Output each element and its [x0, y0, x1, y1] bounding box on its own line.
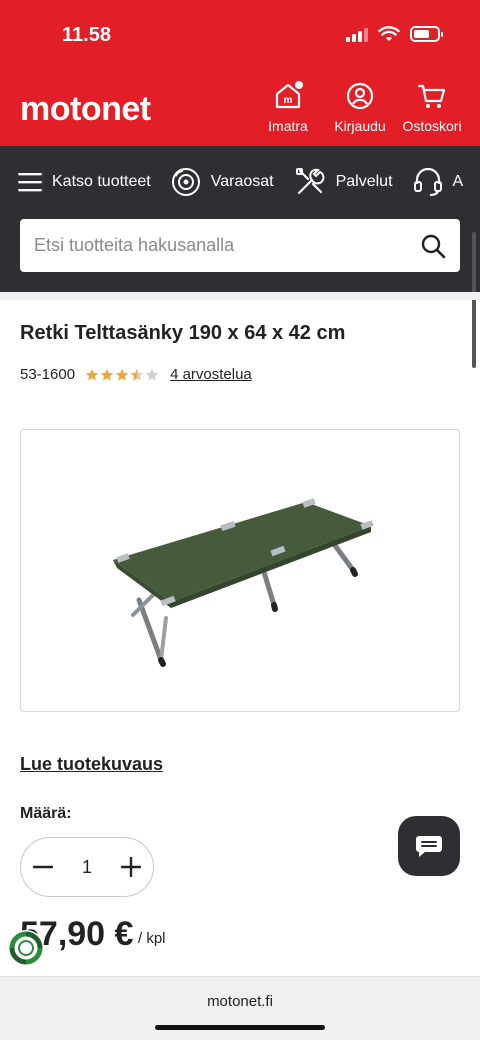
- divider: [0, 292, 480, 300]
- svg-text:m: m: [284, 95, 293, 106]
- home-indicator[interactable]: [155, 1025, 325, 1030]
- nav-item-parts[interactable]: Varaosat: [171, 167, 274, 197]
- star-icon: [85, 368, 99, 381]
- star-icon: [145, 368, 159, 381]
- decrease-button[interactable]: [31, 855, 55, 879]
- store-label: Imatra: [268, 118, 308, 134]
- increase-button[interactable]: [119, 855, 143, 879]
- search-bar: [20, 219, 460, 272]
- header-bar: 11.58 motonet m Imatra Kirjaudu Ostoskor…: [0, 0, 480, 146]
- nav-item-products[interactable]: Katso tuotteet: [18, 172, 151, 192]
- product-sku: 53-1600: [20, 366, 76, 383]
- nav-item-label: Palvelut: [335, 173, 393, 190]
- read-description-link[interactable]: Lue tuotekuvaus: [20, 754, 163, 775]
- nav-item-services[interactable]: Palvelut: [294, 166, 393, 198]
- signal-icon: [346, 26, 368, 42]
- eco-badge-icon[interactable]: [6, 928, 46, 968]
- status-icons: [346, 26, 443, 42]
- quantity-value[interactable]: 1: [82, 857, 92, 878]
- cart-button[interactable]: Ostoskori: [394, 80, 470, 134]
- minus-icon: [33, 865, 53, 869]
- cart-label: Ostoskori: [402, 118, 462, 134]
- store-button[interactable]: m Imatra: [250, 80, 326, 134]
- nav-row: Katso tuotteet Varaosat Palvelut A: [0, 146, 480, 218]
- store-icon: m: [275, 81, 303, 109]
- login-button[interactable]: Kirjaudu: [322, 80, 398, 134]
- reviews-link[interactable]: 4 arvostelua: [170, 366, 252, 383]
- cart-icon: [417, 84, 446, 108]
- chat-icon: [416, 836, 442, 857]
- quantity-label: Määrä:: [20, 805, 72, 822]
- search-icon[interactable]: [420, 233, 446, 259]
- user-icon: [346, 82, 374, 110]
- search-input[interactable]: [34, 235, 420, 256]
- wifi-icon: [378, 26, 400, 41]
- main-nav: Katso tuotteet Varaosat Palvelut A Etsi …: [0, 146, 480, 368]
- nav-item-label: A: [452, 173, 464, 190]
- browser-url[interactable]: motonet.fi: [0, 993, 480, 1010]
- product-meta: 53-1600 4 arvostelua: [20, 366, 252, 383]
- brake-disc-icon: [171, 168, 200, 196]
- price-unit: / kpl: [138, 930, 166, 947]
- product-title: Retki Telttasänky 190 x 64 x 42 cm: [20, 322, 346, 344]
- motonet-logo[interactable]: motonet: [20, 90, 151, 129]
- plus-icon: [120, 857, 141, 877]
- battery-icon: [410, 26, 443, 42]
- login-label: Kirjaudu: [334, 118, 386, 134]
- product-image[interactable]: [20, 429, 460, 712]
- star-icon: [130, 368, 144, 381]
- star-icon: [100, 368, 114, 381]
- star-icon: [115, 368, 129, 381]
- nav-item-customer-service[interactable]: A: [413, 166, 464, 198]
- menu-icon: [18, 173, 42, 192]
- page-scrollbar[interactable]: [472, 232, 476, 368]
- nav-item-label: Katso tuotteet: [52, 173, 151, 190]
- quantity-stepper: 1: [20, 837, 154, 897]
- browser-bar: motonet.fi: [0, 976, 480, 1040]
- rating-stars: [85, 368, 160, 382]
- tools-icon: [295, 168, 324, 195]
- chat-button[interactable]: [398, 816, 460, 876]
- status-time: 11.58: [62, 24, 111, 46]
- headset-icon: [413, 167, 442, 196]
- camp-bed-image: [113, 498, 374, 667]
- nav-item-label: Varaosat: [210, 173, 274, 190]
